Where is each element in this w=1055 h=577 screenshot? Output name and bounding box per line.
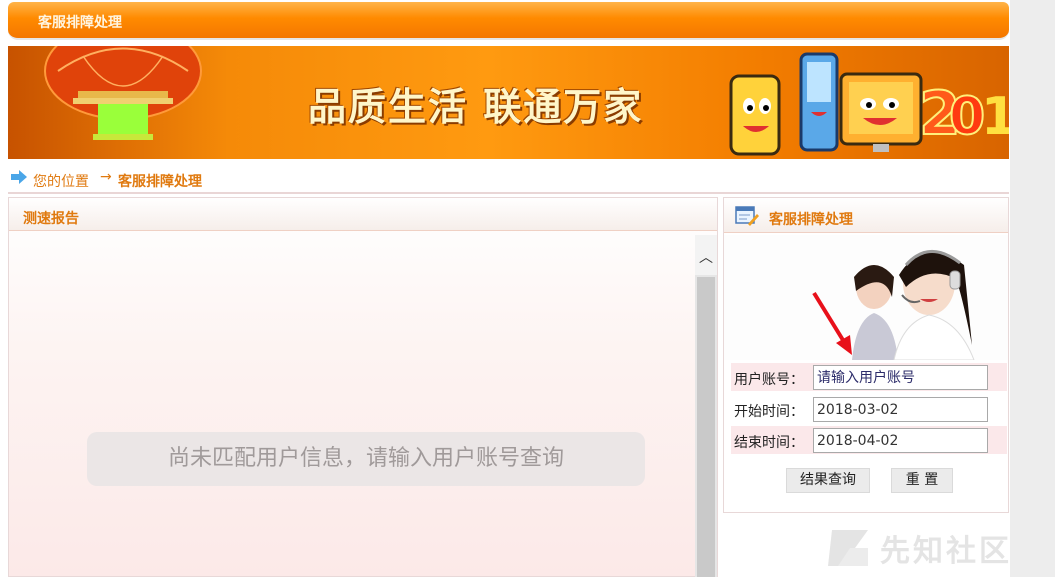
- account-input[interactable]: [813, 365, 988, 390]
- page-title: 客服排障处理: [38, 15, 122, 31]
- support-agent-photo: [724, 235, 1008, 360]
- title-bar: 客服排障处理: [8, 2, 1009, 40]
- arrow-right-icon: [11, 170, 27, 184]
- scroll-up-button[interactable]: ︿: [695, 235, 717, 275]
- breadcrumb-current: 客服排障处理: [118, 174, 202, 190]
- end-time-label: 结束时间：: [734, 435, 804, 451]
- banner-slogan: 品质生活 联通万家: [308, 84, 644, 129]
- watermark: 先知社区: [828, 522, 1038, 572]
- start-time-input[interactable]: [813, 397, 988, 422]
- troubleshoot-header: 客服排障处理: [724, 198, 1008, 233]
- troubleshoot-title: 客服排障处理: [769, 212, 853, 228]
- speed-report-header: 测速报告: [9, 198, 717, 231]
- mascot-image: 2 0 11: [729, 52, 1009, 156]
- end-time-row: 结束时间：: [731, 426, 1007, 454]
- start-time-label: 开始时间：: [734, 404, 804, 420]
- page: 客服排障处理 品质生活 联通万家 2 0 1 您的位置 → 客服排障处理 测速报…: [0, 0, 1055, 577]
- reset-button[interactable]: 重 置: [891, 468, 953, 493]
- watermark-logo-icon: [828, 530, 868, 566]
- scroll-thumb[interactable]: [697, 277, 715, 577]
- breadcrumb-location-label: 您的位置: [33, 174, 89, 190]
- account-row: 用户账号：: [731, 363, 1007, 391]
- watermark-text: 先知社区: [880, 534, 1012, 569]
- breadcrumb: 您的位置 → 客服排障处理: [8, 160, 1009, 194]
- troubleshoot-panel: 客服排障处理 用户账号： 开始时间：: [723, 197, 1009, 513]
- svg-text:0: 0: [949, 87, 985, 147]
- query-button[interactable]: 结果查询: [786, 468, 870, 493]
- speed-report-panel: 测速报告 ︿ 尚未匹配用户信息，请输入用户账号查询: [8, 197, 718, 577]
- banner: 品质生活 联通万家 2 0 11: [8, 46, 1009, 159]
- account-label: 用户账号：: [734, 372, 804, 388]
- end-time-input[interactable]: [813, 428, 988, 453]
- edit-note-icon: [735, 206, 759, 226]
- vertical-scrollbar[interactable]: ︿: [695, 235, 717, 577]
- svg-text:11: 11: [981, 87, 1009, 147]
- chevron-up-icon: ︿: [699, 250, 713, 266]
- no-match-message: 尚未匹配用户信息，请输入用户账号查询: [87, 432, 645, 486]
- window-gutter: [1010, 0, 1055, 577]
- speed-report-title: 测速报告: [23, 211, 79, 227]
- start-time-row: 开始时间：: [731, 395, 1007, 423]
- breadcrumb-separator: →: [100, 169, 112, 185]
- lantern-image: [44, 46, 202, 140]
